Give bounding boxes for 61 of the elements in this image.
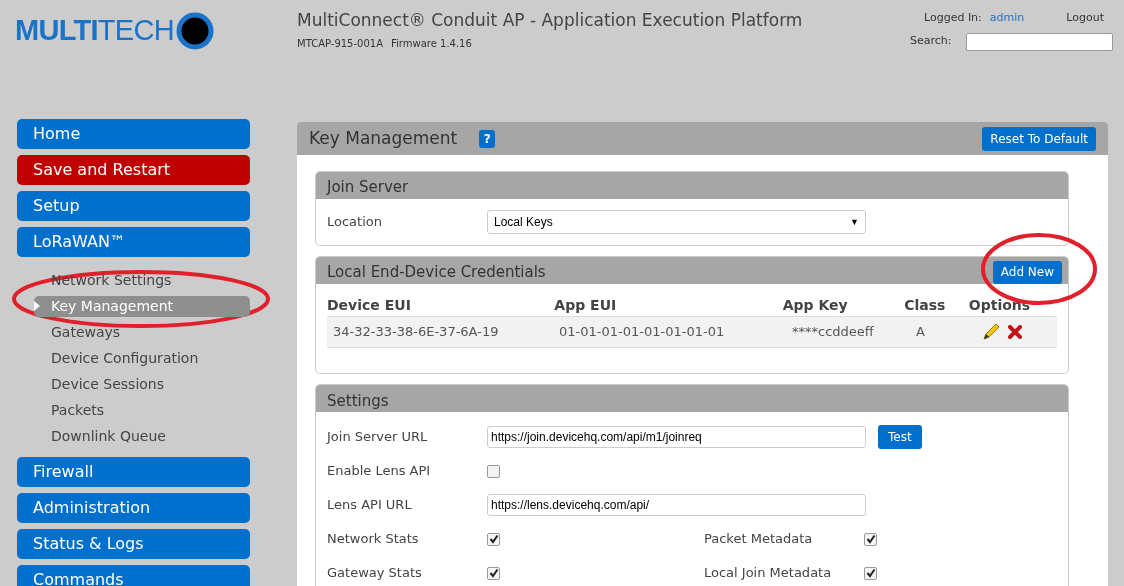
nav-button[interactable]: LoRaWAN™ xyxy=(17,227,250,257)
test-button[interactable]: Test xyxy=(878,425,922,449)
field-label: Packet Metadata xyxy=(704,530,814,549)
checkbox[interactable] xyxy=(864,532,877,546)
delete-icon[interactable] xyxy=(1008,325,1022,339)
nav-button[interactable]: Setup xyxy=(17,191,250,221)
field-label: Lens API URL xyxy=(327,496,413,515)
table-cell-text: 34-32-33-38-6E-37-6A-19 xyxy=(332,323,500,342)
nav-button[interactable]: Save and Restart xyxy=(17,155,250,185)
column-header: App Key xyxy=(782,295,849,315)
input-field[interactable]: https://join.devicehq.com/api/m1/joinreq xyxy=(487,426,866,448)
nav-subitem[interactable]: Packets xyxy=(51,399,105,421)
dropdown-arrow-icon: ▼ xyxy=(850,217,859,227)
help-button[interactable]: ? xyxy=(479,129,496,148)
nav-subitem[interactable]: Gateways xyxy=(51,321,121,343)
column-header: App EUI xyxy=(554,295,618,315)
nav-button[interactable]: Administration xyxy=(17,493,250,523)
add-new-button[interactable]: Add New xyxy=(992,260,1062,284)
table-cell-text: ****ccddeeff xyxy=(792,323,875,342)
triangle-icon xyxy=(34,301,40,311)
field-label: Enable Lens API xyxy=(327,462,432,481)
pencil-icon[interactable] xyxy=(982,323,1000,341)
field-label: Gateway Stats xyxy=(327,564,423,583)
nav-button[interactable]: Status & Logs xyxy=(17,529,250,559)
logout-link[interactable]: Logout xyxy=(1066,10,1104,27)
field-label: Join Server URL xyxy=(327,428,429,447)
user-link[interactable]: admin xyxy=(989,10,1025,27)
checkbox[interactable] xyxy=(487,464,500,478)
search-field[interactable] xyxy=(965,32,1113,51)
app-title: MultiConnect® Conduit AP - Application Execution Platform xyxy=(297,9,804,32)
nav-button[interactable]: Commands xyxy=(17,565,250,586)
field-label: Location xyxy=(327,213,383,232)
page-title: Key Management xyxy=(309,126,458,150)
table-cell-text: A xyxy=(916,323,926,342)
search-label: Search: xyxy=(910,33,952,50)
nav-button[interactable]: Home xyxy=(17,119,250,149)
nav-button[interactable]: Firewall xyxy=(17,457,250,487)
nav-subitem[interactable]: Downlink Queue xyxy=(51,425,166,447)
field-label: Local Join Metadata xyxy=(704,564,833,583)
reset-button[interactable]: Reset To Default xyxy=(982,126,1096,151)
checkbox[interactable] xyxy=(864,566,877,580)
logo-circle-icon xyxy=(175,12,214,50)
field-label: Network Stats xyxy=(327,530,420,549)
input-field[interactable]: https://lens.devicehq.com/api/ xyxy=(487,494,866,516)
section-header: Settings xyxy=(316,385,1068,412)
column-header: Options xyxy=(968,295,1032,315)
logo-text: MULTITECH xyxy=(15,13,174,48)
nav-subitem[interactable]: Device Configuration xyxy=(51,347,199,369)
logged-in-label: Logged In: xyxy=(924,10,982,26)
firmware-text: Firmware 1.4.16 xyxy=(391,36,472,51)
nav-subitem[interactable]: Key Management xyxy=(34,295,250,317)
table-cell-text: 01-01-01-01-01-01-01-01 xyxy=(559,323,726,342)
column-header: Class xyxy=(904,295,947,315)
column-header: Device EUI xyxy=(327,295,412,315)
section-title: Local End-Device Credentials xyxy=(327,261,546,283)
location-select[interactable]: Local Keys ▼ xyxy=(487,210,866,234)
section-header: Join Server xyxy=(316,172,1068,199)
nav-subitem[interactable]: Device Sessions xyxy=(51,373,165,395)
checkbox[interactable] xyxy=(487,566,500,580)
model-text: MTCAP-915-001A xyxy=(297,36,383,51)
checkbox[interactable] xyxy=(487,532,500,546)
